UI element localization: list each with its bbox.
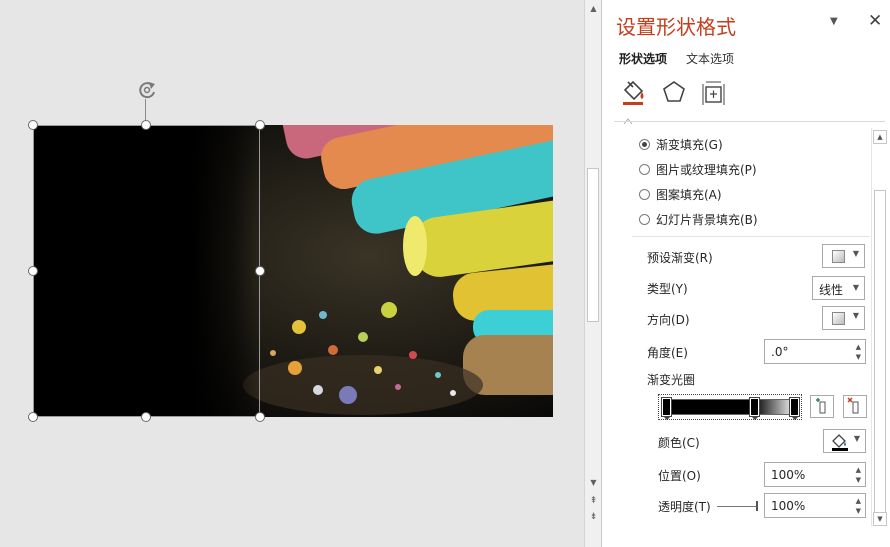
scroll-up-icon[interactable]: ▲ bbox=[873, 130, 887, 144]
active-category-indicator bbox=[624, 118, 632, 124]
close-icon[interactable]: ✕ bbox=[868, 11, 882, 31]
chevron-down-icon: ▼ bbox=[853, 434, 860, 443]
previous-slide-icon[interactable]: ⇞ bbox=[585, 494, 602, 508]
format-shape-pane: 设置形状格式 ▼ ✕ 形状选项 文本选项 渐变填充(G) 图片或纹理填充(P) … bbox=[601, 0, 890, 547]
resize-handle-middle-right[interactable] bbox=[255, 266, 265, 276]
radio-button[interactable] bbox=[639, 163, 650, 175]
canvas-scrollbar-thumb[interactable] bbox=[587, 168, 599, 322]
chevron-down-icon: ▼ bbox=[852, 311, 859, 320]
resize-handle-top-right[interactable] bbox=[255, 120, 265, 130]
scroll-up-icon[interactable]: ▲ bbox=[585, 2, 602, 16]
gradient-stops-label: 渐变光圈 bbox=[647, 373, 696, 387]
position-value: 100% bbox=[771, 468, 806, 482]
remove-stop-icon bbox=[847, 397, 859, 414]
radio-button[interactable] bbox=[639, 188, 650, 200]
chevron-down-icon: ▼ bbox=[852, 283, 859, 292]
gradient-stops-bar[interactable] bbox=[658, 394, 802, 420]
transparency-value: 100% bbox=[771, 499, 806, 513]
position-input[interactable]: 100% ▲ ▼ bbox=[764, 462, 866, 487]
transparency-label: 透明度(T) bbox=[658, 500, 711, 514]
stop-marker bbox=[751, 416, 759, 420]
fill-line-icon[interactable] bbox=[619, 78, 647, 108]
angle-value: .0° bbox=[771, 345, 789, 359]
canvas-scrollbar[interactable]: ▲ ▼ ⇞ ⇟ bbox=[584, 0, 601, 547]
transparency-slider-thumb[interactable] bbox=[756, 501, 758, 511]
position-label: 位置(O) bbox=[658, 469, 701, 483]
radio-picture-fill[interactable]: 图片或纹理填充(P) bbox=[639, 160, 757, 178]
radio-pattern-fill[interactable]: 图案填充(A) bbox=[639, 185, 722, 203]
pane-divider bbox=[614, 121, 885, 122]
radio-gradient-fill[interactable]: 渐变填充(G) bbox=[639, 135, 723, 153]
gradient-stop-1[interactable] bbox=[661, 397, 672, 417]
direction-swatch bbox=[832, 312, 845, 325]
pane-title: 设置形状格式 bbox=[616, 15, 736, 39]
add-stop-icon bbox=[816, 398, 826, 414]
radio-label: 图案填充(A) bbox=[656, 187, 722, 202]
chevron-down-icon: ▼ bbox=[852, 249, 859, 258]
slide-canvas[interactable] bbox=[0, 0, 584, 547]
resize-handle-bottom-middle[interactable] bbox=[141, 412, 151, 422]
gradient-swatch bbox=[832, 250, 845, 263]
transparency-input[interactable]: 100% ▲ ▼ bbox=[764, 493, 866, 518]
radio-label: 图片或纹理填充(P) bbox=[656, 162, 757, 177]
pane-options-chevron-down-icon[interactable]: ▼ bbox=[830, 16, 838, 27]
resize-handle-top-middle[interactable] bbox=[141, 120, 151, 130]
paint-bucket-icon bbox=[832, 434, 848, 451]
effects-pentagon-icon[interactable] bbox=[660, 78, 688, 108]
direction-dropdown[interactable]: ▼ bbox=[822, 306, 865, 330]
radio-button[interactable] bbox=[639, 213, 650, 225]
next-slide-icon[interactable]: ⇟ bbox=[585, 510, 602, 524]
radio-label: 幻灯片背景填充(B) bbox=[656, 212, 758, 227]
stop-marker bbox=[791, 416, 799, 420]
radio-button-checked[interactable] bbox=[639, 138, 650, 150]
pane-scrollbar-thumb[interactable] bbox=[874, 190, 886, 526]
gradient-type-select[interactable]: 线性 ▼ bbox=[812, 276, 865, 300]
resize-handle-top-left[interactable] bbox=[28, 120, 38, 130]
color-picker-dropdown[interactable]: ▼ bbox=[823, 429, 866, 453]
tab-text-options[interactable]: 文本选项 bbox=[686, 50, 734, 67]
spin-up-icon[interactable]: ▲ bbox=[856, 343, 861, 351]
scroll-down-icon[interactable]: ▼ bbox=[873, 512, 887, 526]
size-properties-icon[interactable] bbox=[699, 78, 727, 108]
transparency-slider-track[interactable] bbox=[717, 506, 757, 507]
preset-gradient-label: 预设渐变(R) bbox=[647, 251, 713, 265]
stop-marker bbox=[663, 416, 671, 420]
angle-label: 角度(E) bbox=[647, 346, 688, 360]
resize-handle-bottom-right[interactable] bbox=[255, 412, 265, 422]
gradient-preview bbox=[663, 399, 797, 415]
rotate-handle-icon[interactable] bbox=[136, 79, 158, 101]
radio-label: 渐变填充(G) bbox=[656, 137, 723, 152]
type-label: 类型(Y) bbox=[647, 282, 688, 296]
add-gradient-stop-button[interactable] bbox=[810, 395, 834, 418]
resize-handle-bottom-left[interactable] bbox=[28, 412, 38, 422]
rotate-connector bbox=[145, 99, 146, 121]
angle-input[interactable]: .0° ▲ ▼ bbox=[764, 339, 866, 364]
pane-scrollbar[interactable]: ▲ ▼ bbox=[871, 128, 887, 526]
spin-down-icon[interactable]: ▼ bbox=[856, 507, 861, 515]
gradient-stop-2[interactable] bbox=[749, 397, 760, 417]
spin-up-icon[interactable]: ▲ bbox=[856, 466, 861, 474]
section-divider bbox=[632, 236, 870, 237]
color-label: 颜色(C) bbox=[658, 436, 700, 450]
spin-down-icon[interactable]: ▼ bbox=[856, 476, 861, 484]
gradient-stop-3[interactable] bbox=[789, 397, 800, 417]
radio-slide-background-fill[interactable]: 幻灯片背景填充(B) bbox=[639, 210, 758, 228]
direction-label: 方向(D) bbox=[647, 313, 690, 327]
spin-up-icon[interactable]: ▲ bbox=[856, 497, 861, 505]
resize-handle-middle-left[interactable] bbox=[28, 266, 38, 276]
remove-gradient-stop-button[interactable] bbox=[843, 395, 867, 418]
gradient-rectangle-shape[interactable] bbox=[33, 125, 260, 417]
scroll-down-icon[interactable]: ▼ bbox=[585, 476, 602, 490]
tab-shape-options[interactable]: 形状选项 bbox=[619, 50, 667, 67]
spin-down-icon[interactable]: ▼ bbox=[856, 353, 861, 361]
gradient-type-value: 线性 bbox=[819, 283, 844, 297]
preset-gradient-dropdown[interactable]: ▼ bbox=[822, 244, 865, 268]
